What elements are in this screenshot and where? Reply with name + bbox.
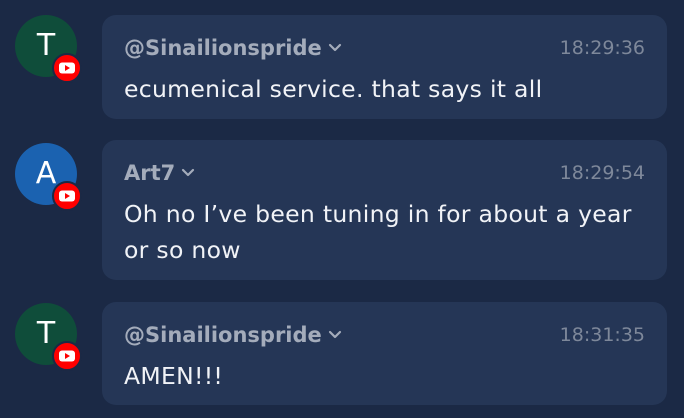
message-text: Oh no I’ve been tuning in for about a ye… [124, 200, 632, 264]
chevron-down-icon[interactable] [181, 168, 195, 178]
message-text: AMEN!!! [124, 362, 224, 390]
message-text: ecumenical service. that says it all [124, 75, 543, 103]
chevron-down-icon[interactable] [328, 330, 342, 340]
timestamp: 18:31:35 [559, 324, 645, 346]
message-bubble: @Sinailionspride 18:29:36 ecumenical ser… [102, 15, 667, 119]
author-name[interactable]: @Sinailionspride [124, 320, 342, 350]
author-label: @Sinailionspride [124, 36, 322, 60]
message-bubble: Art7 18:29:54 Oh no I’ve been tuning in … [102, 140, 667, 280]
author-name[interactable]: @Sinailionspride [124, 33, 342, 63]
author-name[interactable]: Art7 [124, 158, 195, 188]
youtube-icon [52, 53, 82, 83]
message-header: @Sinailionspride 18:31:35 [124, 320, 645, 350]
avatar[interactable]: A [15, 143, 82, 211]
author-label: Art7 [124, 161, 176, 185]
timestamp: 18:29:36 [559, 37, 645, 59]
avatar[interactable]: T [15, 15, 82, 83]
author-label: @Sinailionspride [124, 323, 322, 347]
youtube-icon [52, 181, 82, 211]
message-header: @Sinailionspride 18:29:36 [124, 33, 645, 63]
chevron-down-icon[interactable] [328, 43, 342, 53]
timestamp: 18:29:54 [559, 162, 645, 184]
message-header: Art7 18:29:54 [124, 158, 645, 188]
youtube-icon [52, 341, 82, 371]
avatar[interactable]: T [15, 303, 82, 371]
message-bubble: @Sinailionspride 18:31:35 AMEN!!! [102, 302, 667, 405]
